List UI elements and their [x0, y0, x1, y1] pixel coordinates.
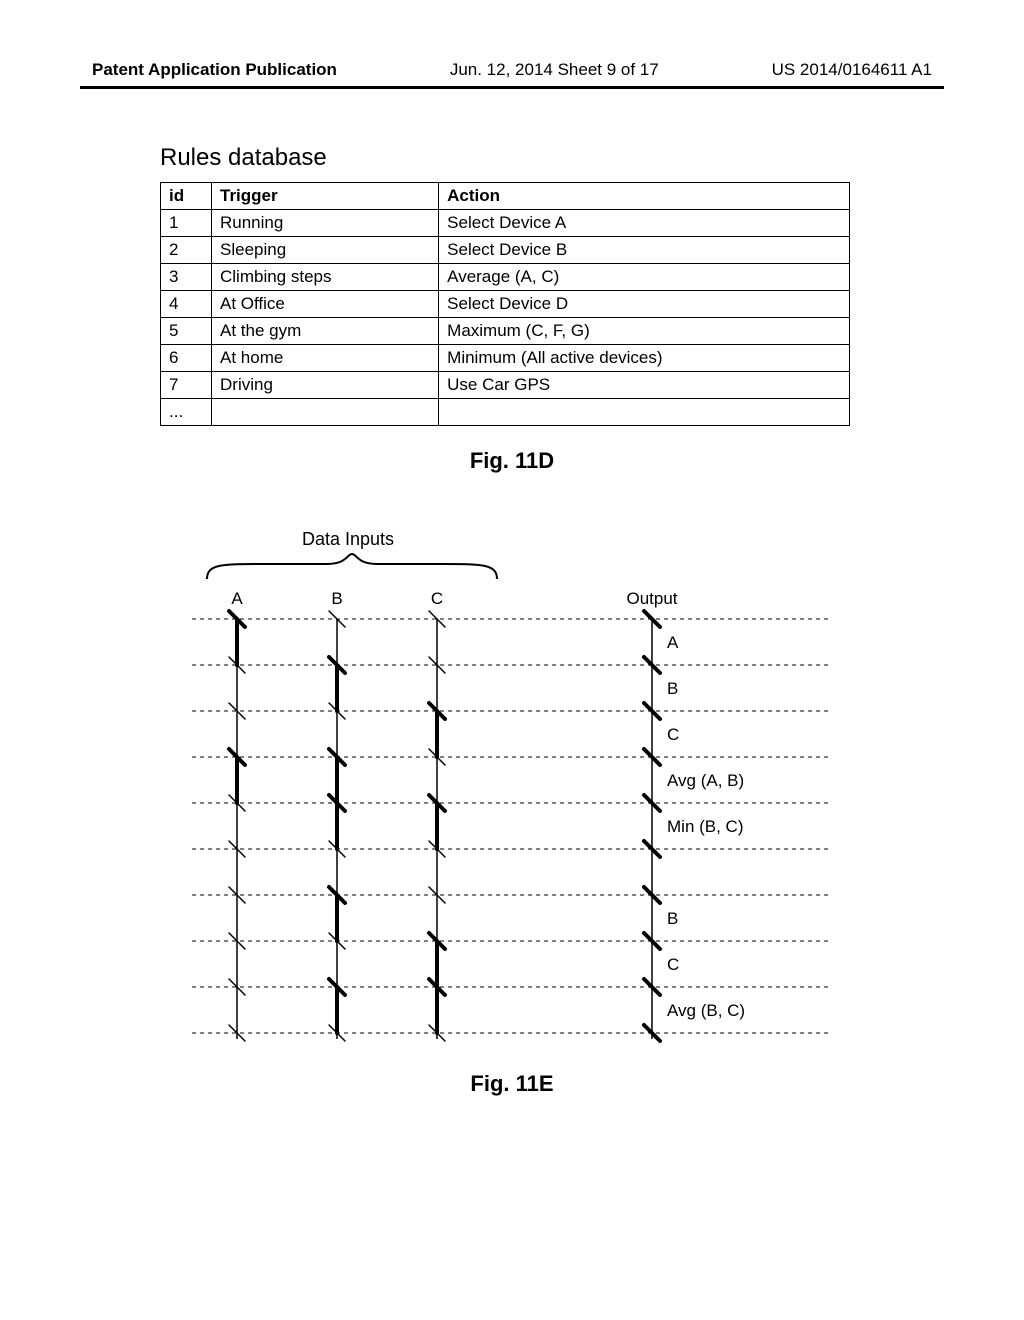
output-heading: Output: [626, 589, 677, 608]
page: Patent Application Publication Jun. 12, …: [0, 0, 1024, 1320]
cell-action: Select Device B: [439, 237, 850, 264]
table-row: 4 At Office Select Device D: [161, 291, 850, 318]
col-heading-a: A: [231, 589, 243, 608]
col-trigger: Trigger: [212, 183, 439, 210]
diagram-grid: A B C Avg (A, B) Min (B, C) B C Avg (B, C): [192, 611, 832, 1041]
table-row: 5 At the gym Maximum (C, F, G): [161, 318, 850, 345]
output-label: A: [667, 633, 679, 652]
cell-id: 5: [161, 318, 212, 345]
output-label: Avg (B, C): [667, 1001, 745, 1020]
cell-id: 4: [161, 291, 212, 318]
data-inputs-label: Data Inputs: [302, 529, 394, 550]
header-left: Patent Application Publication: [92, 60, 337, 80]
cell-id: 3: [161, 264, 212, 291]
table-row: 3 Climbing steps Average (A, C): [161, 264, 850, 291]
col-heading-b: B: [331, 589, 342, 608]
cell-trigger: Sleeping: [212, 237, 439, 264]
cell-trigger: [212, 399, 439, 426]
cell-trigger: Climbing steps: [212, 264, 439, 291]
table-row: 6 At home Minimum (All active devices): [161, 345, 850, 372]
page-header: Patent Application Publication Jun. 12, …: [80, 60, 944, 86]
figure-11e-label: Fig. 11E: [80, 1071, 944, 1097]
output-label: B: [667, 909, 678, 928]
table-row: 2 Sleeping Select Device B: [161, 237, 850, 264]
header-rule: [80, 86, 944, 89]
figure-11d-label: Fig. 11D: [80, 448, 944, 474]
output-label: Avg (A, B): [667, 771, 744, 790]
col-id: id: [161, 183, 212, 210]
output-label: B: [667, 679, 678, 698]
cell-trigger: Running: [212, 210, 439, 237]
output-label: C: [667, 725, 679, 744]
table-header-row: id Trigger Action: [161, 183, 850, 210]
cell-action: Select Device A: [439, 210, 850, 237]
cell-action: [439, 399, 850, 426]
cell-trigger: Driving: [212, 372, 439, 399]
header-center: Jun. 12, 2014 Sheet 9 of 17: [450, 60, 659, 80]
cell-id: 6: [161, 345, 212, 372]
cell-id: 2: [161, 237, 212, 264]
cell-id: ...: [161, 399, 212, 426]
col-heading-c: C: [431, 589, 443, 608]
cell-action: Average (A, C): [439, 264, 850, 291]
header-right: US 2014/0164611 A1: [772, 60, 932, 80]
cell-id: 1: [161, 210, 212, 237]
cell-action: Minimum (All active devices): [439, 345, 850, 372]
cell-trigger: At home: [212, 345, 439, 372]
output-label: C: [667, 955, 679, 974]
cell-id: 7: [161, 372, 212, 399]
cell-action: Maximum (C, F, G): [439, 318, 850, 345]
cell-action: Select Device D: [439, 291, 850, 318]
table-row: 1 Running Select Device A: [161, 210, 850, 237]
table-row: 7 Driving Use Car GPS: [161, 372, 850, 399]
table-row: ...: [161, 399, 850, 426]
rules-table: id Trigger Action 1 Running Select Devic…: [160, 182, 850, 426]
cell-trigger: At the gym: [212, 318, 439, 345]
rules-database: Rules database id Trigger Action 1 Runni…: [160, 144, 850, 426]
brace-icon: [207, 554, 497, 579]
cell-trigger: At Office: [212, 291, 439, 318]
figure-11e: Data Inputs A B C Output A B C Avg (A, B) Mi…: [182, 529, 842, 1049]
diagram-svg: A B C Output A B C Avg (A, B) Min (B, C) B C Av…: [182, 529, 842, 1049]
output-label: Min (B, C): [667, 817, 744, 836]
col-action: Action: [439, 183, 850, 210]
rules-database-title: Rules database: [160, 144, 850, 172]
cell-action: Use Car GPS: [439, 372, 850, 399]
